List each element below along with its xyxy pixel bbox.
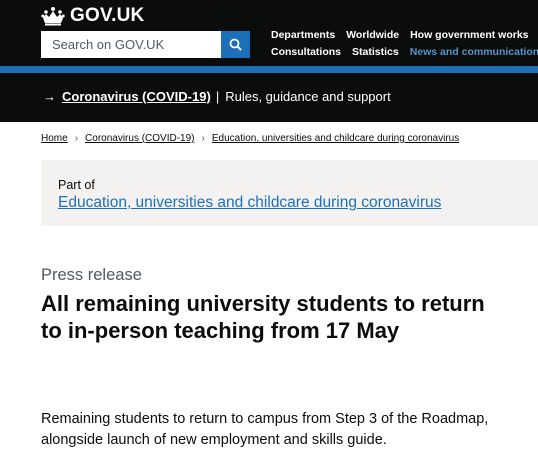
search-icon	[229, 38, 242, 51]
covid-banner: → Coronavirus (COVID-19) | Rules, guidan…	[0, 73, 538, 122]
nav-consultations[interactable]: Consultations	[271, 44, 341, 61]
arrow-right-icon: →	[43, 89, 56, 104]
site-header: GOV.UK Search on GOV.UK Departments Worl…	[0, 0, 538, 66]
logo-text: GOV.UK	[70, 5, 145, 26]
covid-banner-content: → Coronavirus (COVID-19) | Rules, guidan…	[43, 89, 391, 104]
search-input[interactable]: Search on GOV.UK	[41, 31, 221, 58]
nav-row-1: Departments Worldwide How government wor…	[271, 27, 538, 44]
breadcrumb-home[interactable]: Home	[41, 133, 68, 144]
nav-worldwide[interactable]: Worldwide	[346, 27, 399, 44]
nav-row-2: Consultations Statistics News and commun…	[271, 44, 538, 61]
crown-icon	[41, 7, 65, 26]
header-blue-bar	[0, 66, 538, 73]
govuk-logo[interactable]: GOV.UK	[41, 5, 144, 27]
nav-departments[interactable]: Departments	[271, 27, 335, 44]
part-of-label: Part of	[58, 178, 95, 192]
breadcrumb-coronavirus[interactable]: Coronavirus (COVID-19)	[85, 133, 194, 144]
chevron-right-icon: ›	[74, 133, 79, 144]
part-of-link[interactable]: Education, universities and childcare du…	[58, 194, 441, 212]
breadcrumb: Home › Coronavirus (COVID-19) › Educatio…	[41, 133, 459, 144]
nav-statistics[interactable]: Statistics	[352, 44, 399, 61]
main-navigation: Departments Worldwide How government wor…	[271, 27, 538, 61]
page-title: All remaining university students to ret…	[41, 291, 485, 343]
page-caption: Press release	[41, 266, 142, 284]
nav-how-government-works[interactable]: How government works	[410, 27, 528, 44]
search-button[interactable]	[221, 31, 250, 58]
part-of-box: Part of Education, universities and chil…	[41, 160, 538, 226]
page-summary: Remaining students to return to campus f…	[41, 411, 489, 448]
breadcrumb-education[interactable]: Education, universities and childcare du…	[212, 133, 459, 144]
nav-news-and-communications[interactable]: News and communications	[410, 44, 538, 61]
covid-link[interactable]: Coronavirus (COVID-19)	[62, 89, 211, 104]
covid-separator: |	[215, 89, 220, 104]
chevron-right-icon: ›	[201, 133, 205, 144]
covid-banner-text: Rules, guidance and support	[225, 89, 391, 104]
